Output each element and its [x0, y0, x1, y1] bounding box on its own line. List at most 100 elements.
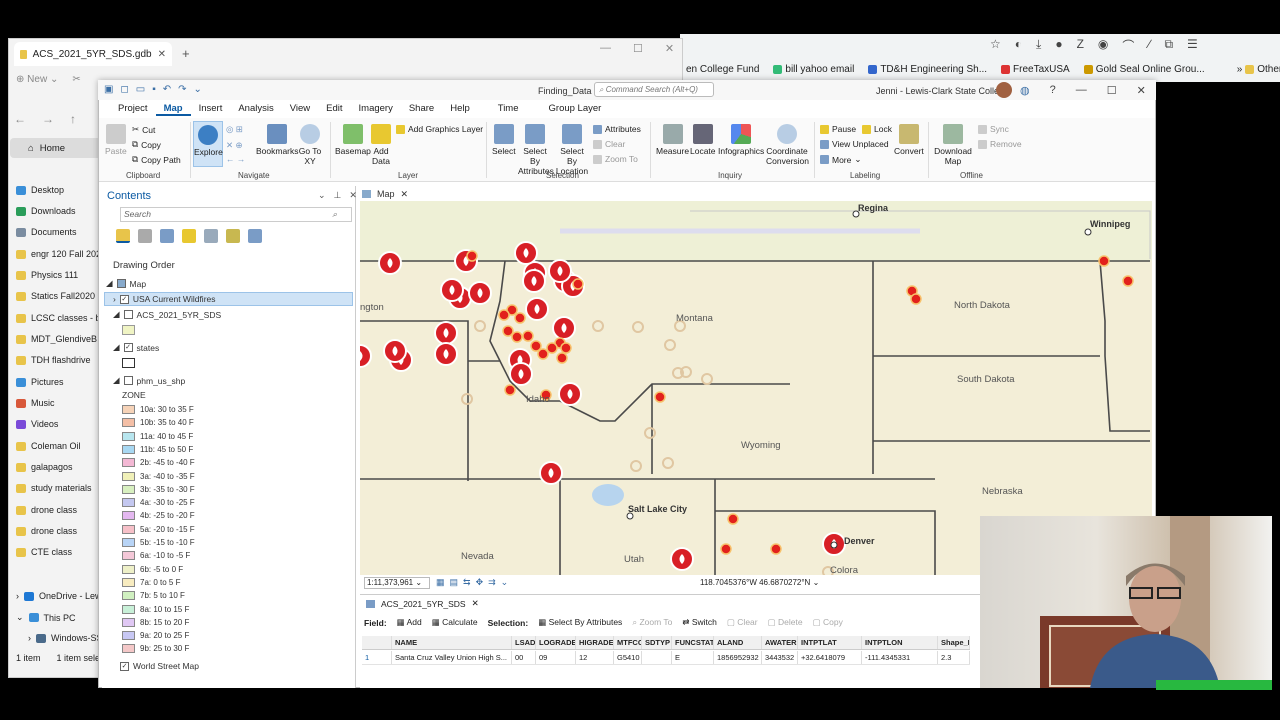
table-cell[interactable]: -111.4345331	[862, 651, 938, 664]
back-icon[interactable]: ←	[14, 112, 26, 126]
profile-icon[interactable]: ◉	[1098, 37, 1108, 54]
map-view-tab[interactable]: Map ✕	[362, 187, 408, 201]
wildfire-marker[interactable]	[910, 293, 922, 305]
pan-icon[interactable]: ✥	[476, 577, 484, 588]
zone-legend-item[interactable]: 9b: 25 to 30 F	[122, 644, 189, 654]
bookmarks-button[interactable]: Bookmarks	[256, 124, 299, 156]
sidebar-item[interactable]: engr 120 Fall 2024	[16, 249, 106, 259]
checkbox-checked[interactable]: ✓	[120, 661, 129, 671]
zone-legend-item[interactable]: 8b: 15 to 20 F	[122, 617, 189, 627]
column-header[interactable]: Shape_Le	[938, 636, 970, 649]
basemap-button[interactable]: Basemap	[335, 124, 371, 156]
row-index[interactable]: 1	[362, 651, 392, 664]
view-unplaced-button[interactable]: View Unplaced	[820, 139, 889, 149]
star-icon[interactable]: ☆	[990, 37, 1001, 54]
bookmark[interactable]: en College Fund	[686, 64, 759, 75]
explore-button[interactable]: Explore	[193, 121, 223, 167]
measure-button[interactable]: Measure	[656, 124, 689, 156]
table-cell[interactable]: 2.3	[938, 651, 970, 664]
tab-insert[interactable]: Insert	[191, 103, 231, 116]
layer-states[interactable]: ◢ ✓ states	[113, 342, 159, 353]
select-by-location-button[interactable]: Select By Location	[555, 124, 589, 176]
wildfire-marker[interactable]	[727, 513, 739, 525]
lock-labeling-button[interactable]: Lock	[862, 124, 892, 134]
zone-legend-item[interactable]: 11b: 45 to 50 F	[122, 444, 193, 454]
layer-wildfires[interactable]: › ✓ USA Current Wildfires	[104, 292, 353, 306]
column-header[interactable]: AWATER	[762, 636, 798, 649]
zone-legend-item[interactable]: 11a: 40 to 45 F	[122, 431, 193, 441]
checkbox-checked[interactable]: ✓	[123, 343, 133, 352]
new-tab-button[interactable]: +	[182, 46, 190, 61]
copy-button[interactable]: ▢ Copy	[813, 617, 843, 628]
undo-icon[interactable]: ↶	[163, 84, 171, 95]
select-button[interactable]: Select	[492, 124, 516, 156]
avatar[interactable]	[996, 82, 1012, 98]
bookmark[interactable]: TD&H Engineering Sh...	[868, 64, 987, 75]
paste-button[interactable]: Paste	[105, 124, 127, 156]
close-icon[interactable]: ✕	[158, 49, 166, 60]
tab-project[interactable]: Project	[110, 103, 156, 116]
wildfire-marker[interactable]	[511, 331, 523, 343]
attribute-table-tab[interactable]: ACS_2021_5YR_SDS ✕	[366, 598, 479, 609]
table-row[interactable]: 1 Santa Cruz Valley Union High S... 00 0…	[362, 651, 970, 665]
wildfire-marker[interactable]	[502, 325, 514, 337]
column-header[interactable]: FUNCSTAT	[672, 636, 714, 649]
clear-selection-button[interactable]: Clear	[593, 139, 625, 149]
wildfire-marker[interactable]	[466, 250, 478, 262]
sidebar-item[interactable]: TDH flashdrive	[16, 355, 106, 365]
table-icon[interactable]: ▤	[450, 577, 459, 588]
extension-icon[interactable]: ●	[1055, 37, 1062, 54]
prev-next-extent[interactable]: ← →	[226, 154, 245, 164]
sidebar-item[interactable]: Music	[16, 398, 106, 408]
add-graphics-layer-button[interactable]: Add Graphics Layer	[396, 124, 483, 134]
forward-icon[interactable]: →	[42, 112, 54, 126]
wildfire-marker[interactable]	[530, 340, 542, 352]
grid-icon[interactable]: ▦	[436, 577, 445, 588]
bookmark[interactable]: Gold Seal Online Grou...	[1083, 64, 1205, 75]
go-to-xy-button[interactable]: Go To XY	[298, 124, 322, 166]
remove-button[interactable]: Remove	[978, 139, 1022, 149]
open-icon[interactable]: ▭	[136, 84, 145, 95]
checkbox[interactable]	[123, 376, 133, 385]
download-map-button[interactable]: Download Map	[934, 124, 972, 166]
sidebar-item[interactable]: Coleman Oil	[16, 441, 106, 451]
pause-labeling-button[interactable]: Pause	[820, 124, 856, 134]
wildfire-marker[interactable]	[1122, 275, 1134, 287]
new-icon[interactable]: ◻	[120, 84, 128, 95]
close-icon[interactable]: ✕	[665, 42, 674, 55]
wildfire-marker[interactable]	[546, 342, 558, 354]
shield-icon[interactable]: ◐	[1015, 37, 1022, 54]
table-cell[interactable]: E	[672, 651, 714, 664]
tab-time[interactable]: Time	[490, 103, 527, 116]
zone-legend-item[interactable]: 6b: -5 to 0 F	[122, 564, 183, 574]
clear-selection-button[interactable]: ▢ Clear	[727, 617, 758, 628]
notification-icon[interactable]: ◍	[1020, 84, 1030, 97]
other-bookmarks[interactable]: » Other Bookmarks	[1237, 64, 1280, 75]
zone-legend-item[interactable]: 6a: -10 to -5 F	[122, 551, 190, 561]
tab-help[interactable]: Help	[442, 103, 478, 116]
sidebar-item[interactable]: Downloads	[16, 206, 106, 216]
chevron-down-icon[interactable]: ⌄	[501, 577, 509, 588]
close-icon[interactable]: ✕	[349, 190, 357, 201]
nav-icon[interactable]: ⇉	[488, 577, 496, 588]
coordinate-conversion-button[interactable]: Coordinate Conversion	[766, 124, 809, 166]
link-icon[interactable]: ⌒	[1122, 37, 1134, 54]
wildfire-marker[interactable]	[556, 352, 568, 364]
wildfire-marker[interactable]	[720, 543, 732, 555]
tab-analysis[interactable]: Analysis	[230, 103, 281, 116]
labeling-icon[interactable]	[226, 229, 240, 243]
chevron-down-icon[interactable]: ⌄	[318, 190, 326, 201]
wildfire-marker[interactable]	[654, 391, 666, 403]
sidebar-item[interactable]: Videos	[16, 419, 106, 429]
more-labeling-button[interactable]: More ⌄	[820, 154, 862, 165]
cut-button[interactable]: ✂ Cut	[132, 124, 155, 135]
sidebar-item[interactable]: Documents	[16, 227, 106, 237]
user-name[interactable]: Jenni - Lewis-Clark State College	[876, 86, 1009, 96]
puzzle-icon[interactable]: ⧉	[1164, 37, 1173, 54]
bookmark[interactable]: bill yahoo email	[773, 64, 854, 75]
zone-legend-item[interactable]: 5a: -20 to -15 F	[122, 524, 195, 534]
table-cell[interactable]: G5410	[614, 651, 642, 664]
table-cell[interactable]: 1856952932	[714, 651, 762, 664]
column-header[interactable]: MTFCC	[614, 636, 642, 649]
layer-acs[interactable]: ◢ ACS_2021_5YR_SDS	[113, 309, 221, 320]
